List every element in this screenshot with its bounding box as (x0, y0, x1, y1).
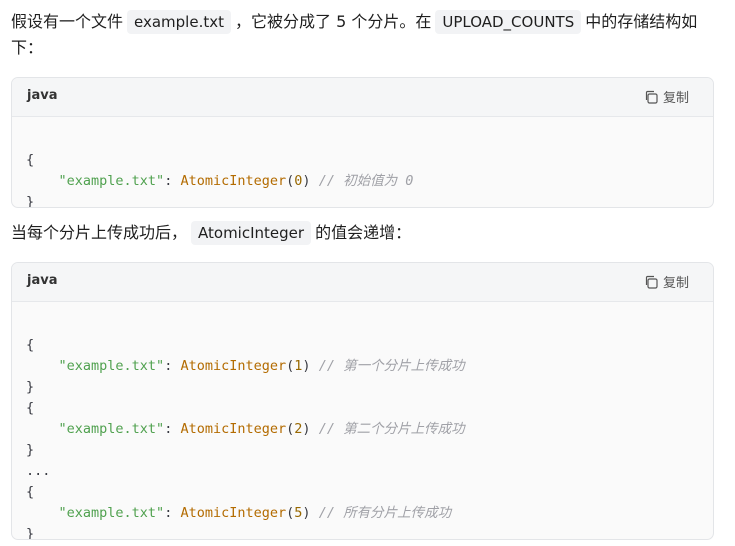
inline-code-filename: example.txt (127, 10, 231, 34)
code-class-name: AtomicInteger (180, 505, 287, 521)
code-comment: // 第一个分片上传成功 (318, 358, 465, 374)
code-string-key: "example.txt" (58, 358, 165, 374)
code-line-entry: "example.txt": AtomicInteger(5) // 所有分片上… (26, 503, 713, 524)
inline-code-atomicinteger: AtomicInteger (191, 221, 312, 245)
code-block-header: java 复制 (12, 78, 713, 117)
copy-icon (644, 275, 658, 289)
increment-paragraph: 当每个分片上传成功后， AtomicInteger 的值会递增： (11, 220, 711, 246)
code-colon: : (164, 421, 181, 437)
code-colon: : (164, 505, 181, 521)
copy-button-label: 复制 (662, 276, 689, 291)
code-block-initial: java 复制 { "example.txt": AtomicInteger(0… (11, 77, 714, 208)
middle-text-1: 当每个分片上传成功后， (11, 223, 188, 242)
code-language-label: java (27, 88, 58, 103)
code-rparen: ) (302, 421, 311, 437)
intro-text-2: ，它被分成了 5 个分片。在 (235, 12, 432, 31)
copy-button[interactable]: 复制 (644, 87, 689, 106)
code-string-key: "example.txt" (58, 173, 165, 189)
code-comment: // 初始值为 0 (318, 173, 414, 189)
code-comment: // 所有分片上传成功 (318, 505, 452, 521)
code-line-entry: "example.txt": AtomicInteger(1) // 第一个分片… (26, 356, 713, 377)
intro-text-1: 假设有一个文件 (11, 12, 124, 31)
code-block-header: java 复制 (12, 263, 713, 302)
code-class-name: AtomicInteger (180, 173, 287, 189)
code-string-key: "example.txt" (58, 505, 165, 521)
copy-button[interactable]: 复制 (644, 272, 689, 291)
code-line-entry: "example.txt": AtomicInteger(0) // 初始值为 … (26, 171, 713, 192)
code-colon: : (164, 358, 181, 374)
code-rparen: ) (302, 505, 311, 521)
code-line-open-brace: { (26, 400, 35, 416)
code-class-name: AtomicInteger (180, 358, 287, 374)
code-line-close-brace: } (26, 442, 35, 458)
code-rparen: ) (302, 358, 311, 374)
code-line-close-brace: } (26, 379, 35, 395)
code-comment: // 第二个分片上传成功 (318, 421, 465, 437)
code-language-label: java (27, 273, 58, 288)
inline-code-upload-counts: UPLOAD_COUNTS (435, 10, 582, 34)
copy-button-label: 复制 (662, 91, 689, 106)
code-line-open-brace: { (26, 152, 35, 168)
code-string-key: "example.txt" (58, 421, 165, 437)
copy-icon (644, 90, 658, 104)
code-line-open-brace: { (26, 484, 35, 500)
intro-paragraph: 假设有一个文件 example.txt ，它被分成了 5 个分片。在 UPLOAD_C… (11, 9, 711, 61)
code-line-ellipsis: ... (26, 463, 51, 479)
code-line-open-brace: { (26, 337, 35, 353)
code-colon: : (164, 173, 181, 189)
code-line-close-brace: } (26, 194, 35, 208)
code-body: { "example.txt": AtomicInteger(0) // 初始值… (12, 117, 713, 208)
middle-text-2: 的值会递增： (315, 223, 412, 242)
code-body: { "example.txt": AtomicInteger(1) // 第一个… (12, 302, 713, 540)
code-line-close-brace: } (26, 526, 35, 540)
code-block-increments: java 复制 { "example.txt": AtomicInteger(1… (11, 262, 714, 540)
code-class-name: AtomicInteger (180, 421, 287, 437)
code-line-entry: "example.txt": AtomicInteger(2) // 第二个分片… (26, 419, 713, 440)
code-rparen: ) (302, 173, 311, 189)
